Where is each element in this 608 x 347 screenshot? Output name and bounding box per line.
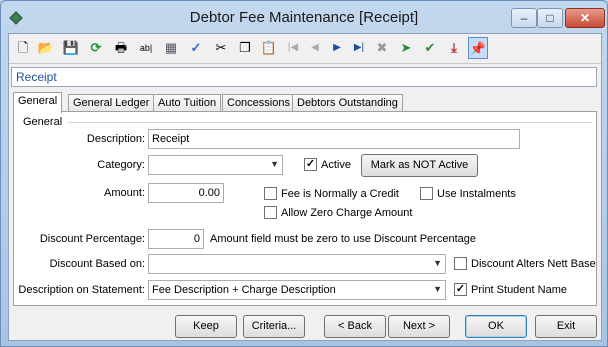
category-label: Category: bbox=[97, 159, 145, 171]
statement-label: Description on Statement: bbox=[18, 284, 145, 296]
copy-icon[interactable]: ❐ bbox=[235, 37, 255, 59]
tab-concessions[interactable]: Concessions bbox=[222, 94, 295, 112]
fee-credit-label: Fee is Normally a Credit bbox=[281, 187, 399, 200]
approve-icon[interactable]: ✔ bbox=[420, 37, 440, 59]
use-instalments-label: Use Instalments bbox=[437, 187, 516, 200]
discount-percentage-field[interactable]: 0 bbox=[148, 229, 204, 249]
active-checkbox[interactable]: ✓ Active bbox=[304, 158, 351, 171]
next-button[interactable]: Next > bbox=[388, 315, 450, 338]
discount-alters-checkbox[interactable]: Discount Alters Nett Base bbox=[454, 257, 596, 270]
refresh-icon[interactable]: ⟳ bbox=[86, 37, 106, 59]
check-icon: ✓ bbox=[454, 283, 467, 296]
use-instalments-checkbox[interactable]: Use Instalments bbox=[420, 187, 516, 200]
active-label: Active bbox=[321, 158, 351, 171]
checkbox-box bbox=[264, 206, 277, 219]
open-icon[interactable]: 📂 bbox=[36, 37, 56, 59]
previous-record-icon[interactable]: ◀ bbox=[305, 37, 325, 59]
chevron-down-icon: ▼ bbox=[433, 258, 442, 268]
new-icon[interactable]: 🗋 bbox=[13, 37, 33, 59]
print-icon[interactable]: 🖶 bbox=[111, 37, 131, 59]
delete-icon[interactable]: ✖ bbox=[372, 37, 392, 59]
last-record-icon[interactable]: ▶| bbox=[349, 37, 369, 59]
maximize-button[interactable]: □ bbox=[537, 8, 563, 28]
description-label: Description: bbox=[86, 133, 145, 145]
category-select[interactable]: ▼ bbox=[148, 155, 283, 175]
first-record-icon[interactable]: |◀ bbox=[283, 37, 303, 59]
statement-value: Fee Description + Charge Description bbox=[152, 284, 336, 296]
general-panel: General Description: Receipt Category: ▼… bbox=[13, 111, 597, 306]
chevron-down-icon: ▼ bbox=[433, 284, 442, 294]
debtor-fee-window: Debtor Fee Maintenance [Receipt] – □ ✕ 🗋… bbox=[0, 0, 608, 347]
save-icon[interactable]: 💾 bbox=[61, 37, 81, 59]
check-icon: ✓ bbox=[304, 158, 317, 171]
criteria-button[interactable]: Criteria... bbox=[243, 315, 305, 338]
tab-debtors-outstanding[interactable]: Debtors Outstanding bbox=[292, 94, 403, 112]
title-bar[interactable]: Debtor Fee Maintenance [Receipt] – □ ✕ bbox=[1, 1, 607, 35]
discount-based-label: Discount Based on: bbox=[49, 258, 145, 270]
close-button[interactable]: ✕ bbox=[565, 8, 605, 28]
print-student-label: Print Student Name bbox=[471, 283, 567, 296]
mark-not-active-button[interactable]: Mark as NOT Active bbox=[361, 154, 478, 177]
record-bar: Receipt bbox=[11, 67, 597, 87]
discount-alters-label: Discount Alters Nett Base bbox=[471, 257, 596, 270]
group-divider bbox=[68, 122, 592, 123]
discount-note: Amount field must be zero to use Discoun… bbox=[210, 233, 476, 245]
amount-field[interactable]: 0.00 bbox=[148, 183, 224, 203]
exit-button[interactable]: Exit bbox=[535, 315, 597, 338]
print-student-checkbox[interactable]: ✓ Print Student Name bbox=[454, 283, 567, 296]
statement-select[interactable]: Fee Description + Charge Description ▼ bbox=[148, 280, 446, 300]
zero-charge-checkbox[interactable]: Allow Zero Charge Amount bbox=[264, 206, 412, 219]
spellcheck-icon[interactable]: ✓ bbox=[186, 37, 206, 59]
amount-label: Amount: bbox=[104, 187, 145, 199]
next-record-icon[interactable]: ▶ bbox=[327, 37, 347, 59]
chevron-down-icon: ▼ bbox=[270, 159, 279, 169]
filter-icon[interactable]: ➤ bbox=[396, 37, 416, 59]
discount-based-select[interactable]: ▼ bbox=[148, 254, 446, 274]
keep-button[interactable]: Keep bbox=[175, 315, 237, 338]
tab-general[interactable]: General bbox=[13, 92, 63, 113]
checkbox-box bbox=[264, 187, 277, 200]
back-button[interactable]: < Back bbox=[324, 315, 386, 338]
tab-general-ledger[interactable]: General Ledger bbox=[68, 94, 155, 112]
cut-icon[interactable]: ✂ bbox=[211, 37, 231, 59]
checkbox-box bbox=[420, 187, 433, 200]
download-icon[interactable]: ⤓ bbox=[444, 37, 464, 59]
record-bar-label: Receipt bbox=[16, 70, 57, 84]
toolbar: 🗋 📂 💾 ⟳ 🖶 ab| ▦ ✓ ✂ ❐ 📋 |◀ ◀ ▶ ▶| ✖ ➤ ✔ … bbox=[9, 34, 601, 63]
fee-credit-checkbox[interactable]: Fee is Normally a Credit bbox=[264, 187, 399, 200]
client-area: 🗋 📂 💾 ⟳ 🖶 ab| ▦ ✓ ✂ ❐ 📋 |◀ ◀ ▶ ▶| ✖ ➤ ✔ … bbox=[8, 33, 602, 341]
zero-charge-label: Allow Zero Charge Amount bbox=[281, 206, 413, 219]
toolbar-divider bbox=[9, 63, 601, 64]
tab-auto-tuition[interactable]: Auto Tuition bbox=[153, 94, 222, 112]
minimize-button[interactable]: – bbox=[511, 8, 537, 28]
group-label: General bbox=[23, 116, 63, 128]
field-label-icon[interactable]: ab| bbox=[136, 37, 156, 59]
paste-icon[interactable]: 📋 bbox=[259, 37, 279, 59]
description-field[interactable]: Receipt bbox=[148, 129, 520, 149]
calculator-icon[interactable]: ▦ bbox=[161, 37, 181, 59]
discount-percentage-label: Discount Percentage: bbox=[39, 233, 145, 245]
pin-icon[interactable]: 📌 bbox=[468, 37, 488, 59]
ok-button[interactable]: OK bbox=[465, 315, 527, 338]
checkbox-box bbox=[454, 257, 467, 270]
